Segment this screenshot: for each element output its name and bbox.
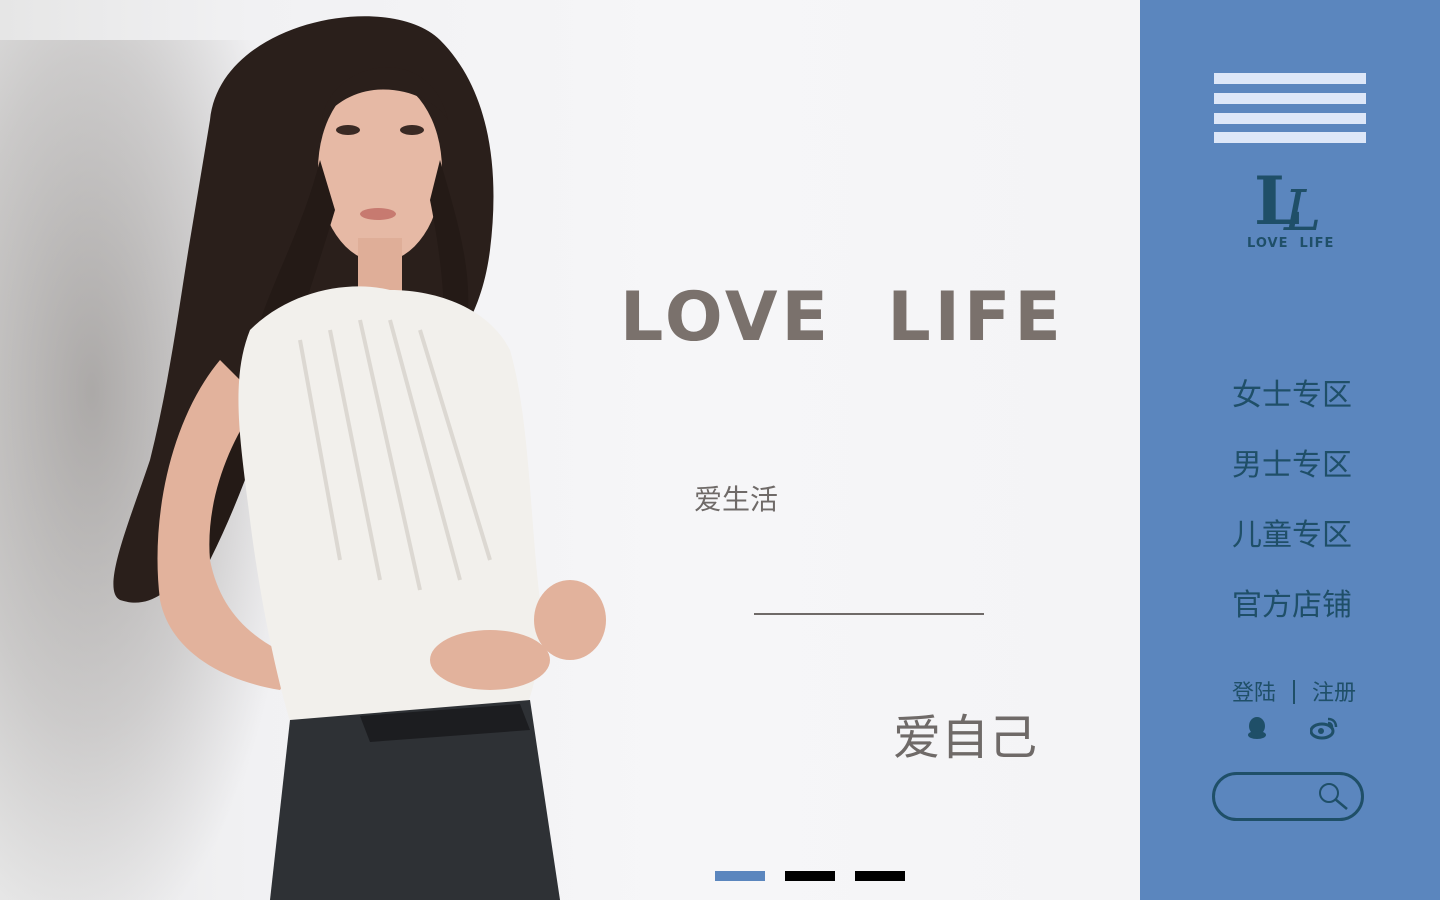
search-box: [1212, 772, 1364, 821]
social-links: [1246, 716, 1338, 744]
svg-text:L: L: [1283, 179, 1321, 244]
brand-logo-text: LOVE LIFE: [1247, 236, 1335, 251]
hero-headline: LOVE LIFE: [620, 278, 1065, 357]
carousel-dot-1[interactable]: [715, 871, 765, 881]
search-input[interactable]: [1229, 783, 1323, 813]
nav-men[interactable]: 男士专区: [1232, 446, 1352, 516]
carousel-dot-2[interactable]: [785, 871, 835, 881]
hero-tagline-secondary: 爱自己: [893, 710, 1038, 766]
auth-links: 登陆 注册: [1232, 675, 1356, 707]
search-icon[interactable]: [1317, 781, 1349, 811]
hamburger-menu-icon[interactable]: [1214, 73, 1366, 143]
hero-model-image: [113, 16, 606, 900]
carousel-indicators: [715, 871, 905, 881]
hero-banner: LOVE LIFE 爱生活 爱自己: [0, 0, 1140, 900]
auth-separator: [1293, 680, 1296, 704]
nav-women[interactable]: 女士专区: [1232, 376, 1352, 446]
nav-official-store[interactable]: 官方店铺: [1232, 586, 1352, 656]
sidebar: L L LOVE LIFE 女士专区 男士专区 儿童专区 官方店铺 登陆 注册: [1140, 0, 1440, 900]
carousel-dot-3[interactable]: [855, 871, 905, 881]
login-link[interactable]: 登陆: [1232, 681, 1276, 706]
hero-tagline-primary: 爱生活: [694, 483, 779, 516]
main-nav: 女士专区 男士专区 儿童专区 官方店铺: [1232, 376, 1352, 656]
weibo-icon[interactable]: [1310, 716, 1338, 740]
nav-kids[interactable]: 儿童专区: [1232, 516, 1352, 586]
register-link[interactable]: 注册: [1312, 681, 1356, 706]
hero-divider: [754, 613, 984, 615]
qq-icon[interactable]: [1246, 716, 1268, 742]
